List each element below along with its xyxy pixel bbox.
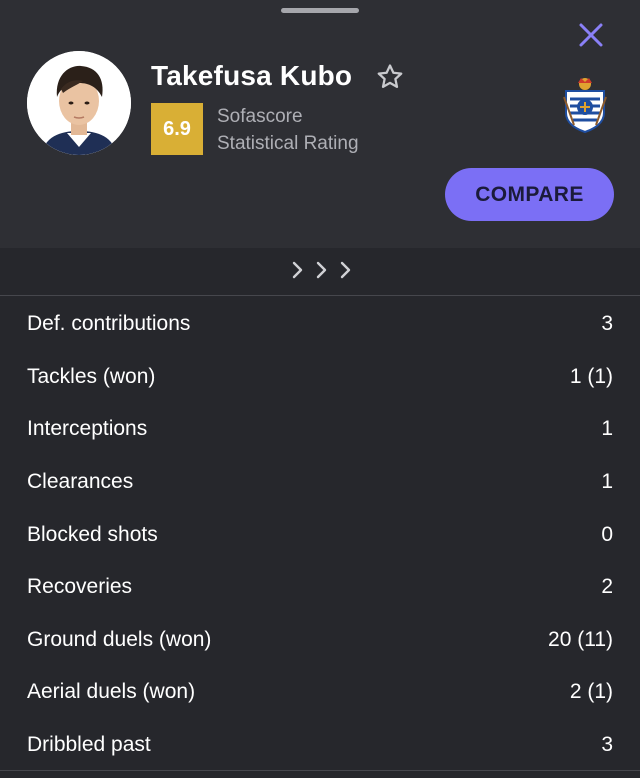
stat-label: Recoveries (27, 575, 133, 599)
stat-label: Dribbled past (27, 733, 151, 757)
stat-row-aerial-duels: Aerial duels (won) 2 (1) (0, 666, 640, 719)
stat-row-tackles: Tackles (won) 1 (1) (0, 351, 640, 404)
stat-value: 1 (601, 417, 613, 441)
stat-value: 1 (601, 470, 613, 494)
stat-label: Blocked shots (27, 522, 158, 546)
stat-row-blocked-shots: Blocked shots 0 (0, 508, 640, 561)
stat-value: 2 (1) (569, 680, 613, 704)
stat-row-interceptions: Interceptions 1 (0, 403, 640, 456)
player-header: Takefusa Kubo 6.9 Sofascore Statistical … (0, 0, 640, 248)
compare-button[interactable]: COMPARE (445, 168, 614, 221)
stat-row-dribbled-past: Dribbled past 3 (0, 719, 640, 772)
favorite-button[interactable] (372, 59, 408, 95)
close-button[interactable] (574, 18, 608, 52)
drag-handle[interactable] (281, 8, 359, 13)
stat-value: 3 (601, 733, 613, 757)
bottom-divider (0, 770, 640, 771)
stat-value: 3 (601, 312, 613, 336)
stat-label: Ground duels (won) (27, 627, 212, 651)
chevron-right-icon (292, 261, 351, 279)
stat-label: Tackles (won) (27, 364, 156, 388)
stats-list: Def. contributions 3 Tackles (won) 1 (1)… (0, 298, 640, 771)
stat-row-def-contributions: Def. contributions 3 (0, 298, 640, 351)
expand-chevrons[interactable] (282, 256, 362, 284)
rating-label-type: Statistical Rating (217, 133, 359, 154)
stat-value: 0 (601, 522, 613, 546)
star-outline-icon (377, 64, 403, 88)
team-crest-icon[interactable] (560, 75, 610, 134)
stat-label: Def. contributions (27, 312, 191, 336)
stat-label: Clearances (27, 470, 134, 494)
stat-value: 2 (601, 575, 613, 599)
stat-row-clearances: Clearances 1 (0, 456, 640, 509)
rating-badge: 6.9 (151, 103, 203, 155)
rating-label: Sofascore Statistical Rating (217, 103, 359, 157)
stat-label: Aerial duels (won) (27, 680, 196, 704)
rating-label-source: Sofascore (217, 106, 303, 127)
player-avatar[interactable] (27, 51, 131, 155)
section-divider (0, 295, 640, 296)
stat-label: Interceptions (27, 417, 148, 441)
player-name: Takefusa Kubo (151, 60, 353, 91)
stat-row-recoveries: Recoveries 2 (0, 561, 640, 614)
stat-row-ground-duels: Ground duels (won) 20 (11) (0, 614, 640, 667)
close-icon (579, 23, 603, 47)
stat-value: 1 (1) (569, 364, 613, 388)
stat-value: 20 (11) (548, 627, 613, 651)
